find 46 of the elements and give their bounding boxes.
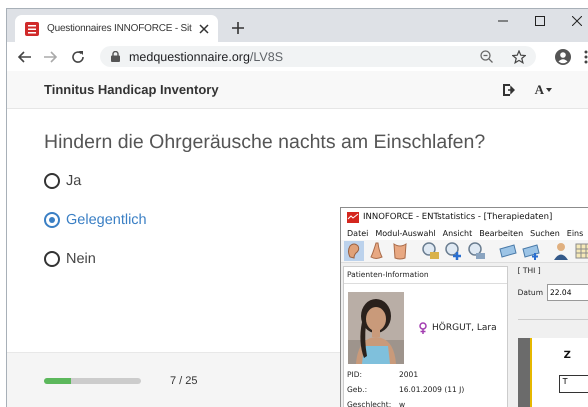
star-icon[interactable]: [512, 50, 526, 64]
radio-button[interactable]: [44, 212, 60, 228]
magnifier-icon[interactable]: [466, 241, 486, 262]
patient-name: HÖRGUT, Lara: [432, 323, 497, 333]
menu-item[interactable]: Ansicht: [442, 228, 472, 238]
menu-item[interactable]: Datei: [347, 228, 368, 238]
menu-item[interactable]: Eins: [566, 228, 584, 238]
zoom-out-icon[interactable]: [480, 50, 493, 63]
caret-icon: [546, 88, 552, 92]
text-size-button[interactable]: A: [534, 82, 552, 98]
reload-icon[interactable]: [71, 50, 85, 64]
plus-icon[interactable]: [232, 22, 244, 34]
clipboard-icon: [24, 20, 40, 36]
table-cell: T: [558, 375, 588, 393]
logout-icon[interactable]: [502, 84, 515, 96]
menu-icon[interactable]: [584, 50, 588, 64]
browser-tab[interactable]: Questionnaires INNOFORCE - Sit: [15, 15, 218, 42]
female-symbol-icon: [419, 322, 427, 334]
profile-icon[interactable]: [555, 48, 571, 64]
menu-item[interactable]: Suchen: [530, 228, 560, 238]
app-title: INNOFORCE - ENTstatistics - [Therapiedaten]: [363, 212, 552, 222]
maximize-icon[interactable]: [535, 16, 545, 26]
radio-option[interactable]: Nein: [44, 249, 96, 268]
radio-button[interactable]: [44, 172, 60, 188]
radio-button[interactable]: [44, 250, 60, 266]
url-text: medquestionnaire.org/LV8S: [129, 50, 284, 64]
document-heading: Z: [564, 350, 572, 361]
magnifier-icon[interactable]: [420, 241, 440, 262]
lock-icon: [111, 51, 120, 62]
radio-option[interactable]: Ja: [44, 171, 82, 190]
grid-icon[interactable]: [574, 241, 588, 262]
page-title: Tinnitus Handicap Inventory: [44, 82, 220, 97]
menu-item[interactable]: Bearbeiten: [479, 228, 524, 238]
app-logo-icon: [347, 212, 359, 222]
tab-title: Questionnaires INNOFORCE - Sit: [47, 23, 192, 34]
person-icon[interactable]: [551, 241, 571, 262]
progress-count: 7 / 25: [170, 374, 198, 386]
close-icon[interactable]: [198, 24, 209, 34]
radio-option[interactable]: Gelegentlich: [44, 210, 147, 229]
question-text: Hindern die Ohrgeräusche nachts am Einschlafen?: [44, 131, 486, 154]
magnifier-icon[interactable]: [443, 241, 463, 262]
menu-item[interactable]: Modul-Auswahl: [375, 228, 436, 238]
back-arrow-icon[interactable]: [17, 50, 31, 62]
address-bar[interactable]: medquestionnaire.org/LV8S: [100, 46, 536, 67]
close-icon[interactable]: [572, 16, 582, 26]
ear-icon[interactable]: [344, 241, 364, 262]
